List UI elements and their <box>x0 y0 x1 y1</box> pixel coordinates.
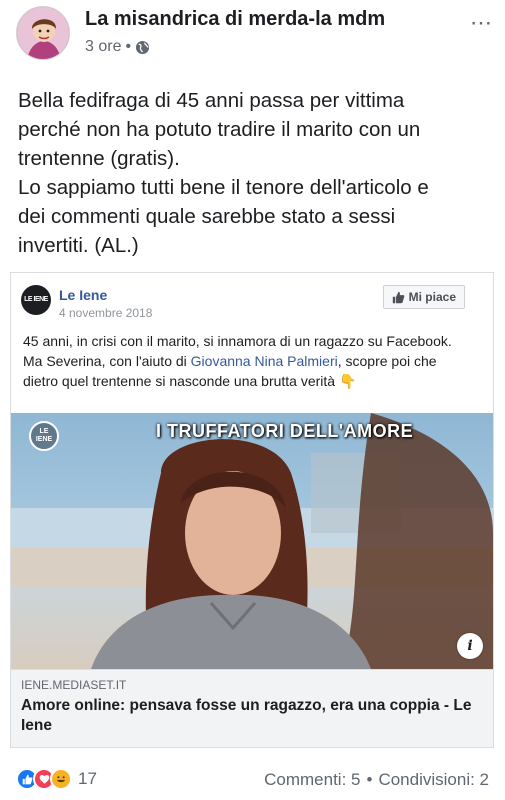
shared-page-name[interactable]: Le Iene <box>59 287 107 303</box>
page-logo[interactable]: LE IENE <box>21 285 51 315</box>
reaction-count: 17 <box>78 769 97 788</box>
image-logo: LE IENE <box>29 421 59 451</box>
link-title[interactable]: Amore online: pensava fosse un ragazzo, … <box>21 696 483 736</box>
shared-text-line: Ma Severina, con l'aiuto di Giovanna Nin… <box>23 351 483 371</box>
mention-link[interactable]: Giovanna Nina Palmieri <box>191 353 338 369</box>
post-text-line: invertiti. (AL.) <box>18 234 139 257</box>
engagement-separator: • <box>366 770 373 789</box>
post-meta: 3 ore • <box>85 38 150 56</box>
shared-text-line: 45 anni, in crisi con il marito, si inna… <box>23 333 452 349</box>
post-text-line: Lo sappiamo tutti bene il tenore dell'ar… <box>18 176 429 199</box>
shared-text-fragment: , scopre poi che <box>337 353 437 369</box>
haha-reaction-icon <box>50 768 72 790</box>
reactions-summary[interactable]: 17 <box>16 768 97 790</box>
engagement-summary: Commenti: 5 • Condivisioni: 2 <box>264 770 489 790</box>
shares-count[interactable]: Condivisioni: 2 <box>378 770 489 790</box>
link-preview-image[interactable]: LE IENE I TRUFFATORI DELL'AMORE i <box>11 413 493 669</box>
shared-text-line: dietro quel trentenne si nasconde una br… <box>23 373 357 389</box>
link-preview-footer[interactable]: IENE.MEDIASET.IT Amore online: pensava f… <box>11 669 493 747</box>
shared-post[interactable]: LE IENE Le Iene 4 novembre 2018 Mi piace… <box>10 272 494 748</box>
post-time[interactable]: 3 ore <box>85 38 121 56</box>
like-page-label: Mi piace <box>408 290 456 304</box>
more-icon[interactable]: ⋯ <box>470 10 493 36</box>
shared-post-header: LE IENE Le Iene 4 novembre 2018 Mi piace <box>11 273 493 329</box>
meta-separator: • <box>125 38 132 55</box>
shared-post-date[interactable]: 4 novembre 2018 <box>59 306 152 320</box>
image-caption: I TRUFFATORI DELL'AMORE <box>156 421 414 441</box>
video-still-illustration <box>11 413 493 669</box>
post-text-line: trentenne (gratis). <box>18 147 180 170</box>
comments-count[interactable]: Commenti: 5 <box>264 770 360 790</box>
avatar-illustration <box>17 7 69 59</box>
shared-post-text: 45 anni, in crisi con il marito, si inna… <box>23 331 483 391</box>
post-text: Bella fedifraga di 45 anni passa per vit… <box>18 86 498 260</box>
post-text-line: perché non ha potuto tradire il marito c… <box>18 118 421 141</box>
shared-text-fragment: Ma Severina, con l'aiuto di <box>23 353 191 369</box>
like-page-button[interactable]: Mi piace <box>382 285 465 309</box>
post-author[interactable]: La misandrica di merda-la mdm <box>85 8 385 31</box>
post-text-line: Bella fedifraga di 45 anni passa per vit… <box>18 89 405 112</box>
thumbs-up-icon <box>392 291 404 303</box>
info-icon[interactable]: i <box>457 633 483 659</box>
post-text-line: dei commenti quale sarebbe stato a sessi <box>18 205 396 228</box>
post-header: La misandrica di merda-la mdm 3 ore • ⋯ <box>12 6 497 66</box>
link-domain: IENE.MEDIASET.IT <box>21 678 127 692</box>
globe-icon <box>136 40 150 54</box>
avatar[interactable] <box>16 6 70 60</box>
